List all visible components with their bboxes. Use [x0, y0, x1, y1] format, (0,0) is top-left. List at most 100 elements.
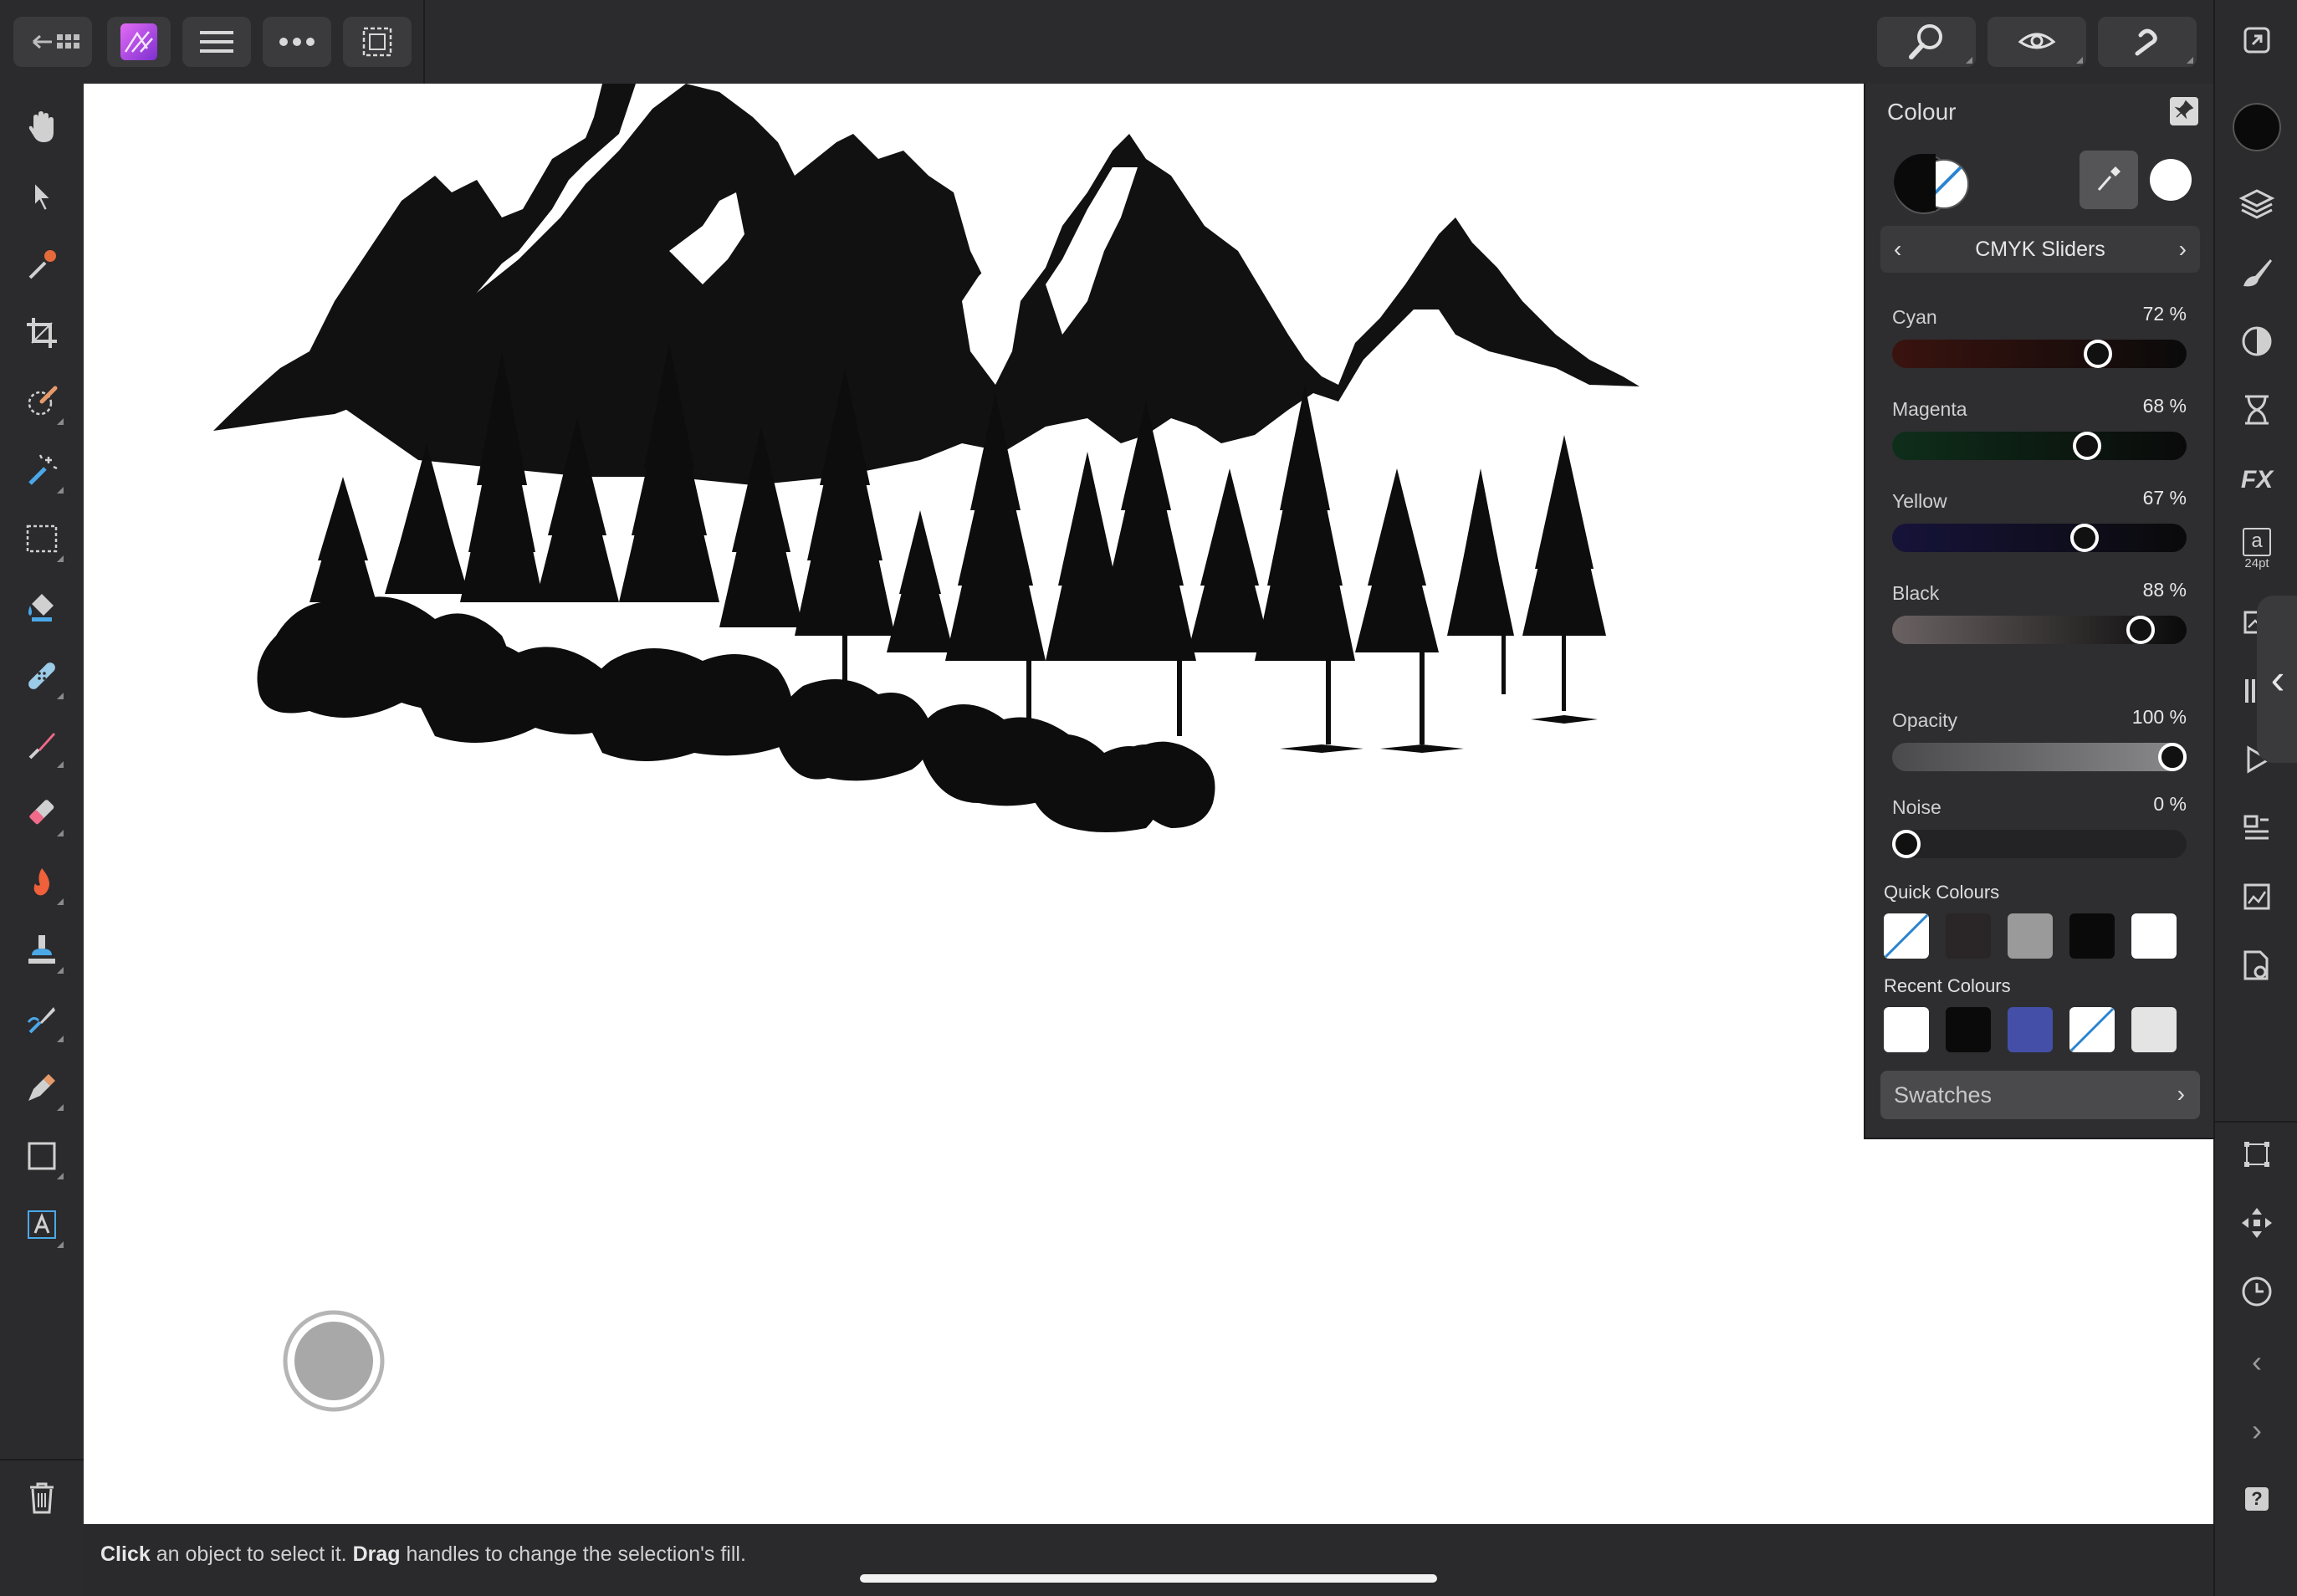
- menu-icon: [200, 29, 233, 54]
- colour-mode-selector[interactable]: ‹ CMYK Sliders ›: [1880, 226, 2200, 273]
- redo-button[interactable]: ›: [2232, 1405, 2282, 1455]
- transform-studio-button[interactable]: [2232, 873, 2282, 923]
- layers-studio-button[interactable]: [2232, 181, 2282, 231]
- paint-brush-tool[interactable]: [17, 721, 67, 771]
- history-studio-button[interactable]: [2232, 386, 2282, 437]
- tool-options-corner: [57, 1173, 64, 1179]
- cyan-label: Cyan: [1892, 306, 1937, 328]
- magenta-label: Magenta: [1892, 398, 1967, 420]
- yellow-value[interactable]: 67 %: [2143, 487, 2187, 509]
- crop-tool[interactable]: [17, 309, 67, 360]
- menu-button[interactable]: [182, 17, 251, 67]
- magenta-slider[interactable]: [1892, 432, 2187, 460]
- back-button[interactable]: [13, 17, 92, 67]
- opacity-slider-knob[interactable]: [2158, 743, 2187, 771]
- yellow-slider[interactable]: [1892, 524, 2187, 552]
- clone-stamp-tool[interactable]: [17, 927, 67, 977]
- black-value[interactable]: 88 %: [2143, 579, 2187, 601]
- adjustments-studio-button[interactable]: [2232, 318, 2282, 368]
- color-picker-tool[interactable]: [17, 241, 67, 291]
- text-styles-studio-button[interactable]: a 24pt: [2232, 524, 2282, 574]
- pen-tool[interactable]: [17, 1064, 67, 1114]
- marquee-tool[interactable]: [17, 515, 67, 565]
- eyedropper-icon: [2094, 163, 2124, 197]
- quick-colour-swatch[interactable]: [1884, 913, 1929, 959]
- selection-brush-tool[interactable]: [17, 378, 67, 428]
- swatches-label: Swatches: [1894, 1082, 1993, 1107]
- artistic-text-icon: [25, 1208, 59, 1246]
- opacity-value[interactable]: 100 %: [2132, 706, 2187, 729]
- zoom-button[interactable]: [1877, 17, 1976, 67]
- noise-slider[interactable]: [1892, 830, 2187, 858]
- undo-button[interactable]: ‹: [2232, 1337, 2282, 1387]
- chevron-right-icon: ›: [2177, 1081, 2185, 1107]
- quick-colour-swatch[interactable]: [2008, 913, 2053, 959]
- help-icon: ?: [2245, 1487, 2269, 1511]
- flood-select-tool[interactable]: [17, 447, 67, 497]
- tool-options-corner: [57, 967, 64, 974]
- tool-options-corner: [57, 693, 64, 699]
- help-button[interactable]: ?: [2232, 1474, 2282, 1524]
- home-indicator[interactable]: [860, 1574, 1437, 1583]
- erase-brush-tool[interactable]: [17, 790, 67, 840]
- delete-button[interactable]: [17, 1474, 67, 1524]
- persona-button[interactable]: [107, 17, 171, 67]
- magenta-value[interactable]: 68 %: [2143, 395, 2187, 417]
- assistant-options-corner: [2187, 57, 2193, 64]
- cyan-slider[interactable]: [1892, 340, 2187, 368]
- black-slider[interactable]: [1892, 616, 2187, 644]
- fullscreen-button[interactable]: [2232, 17, 2282, 67]
- view-mode-button[interactable]: [1987, 17, 2086, 67]
- opacity-slider[interactable]: [1892, 743, 2187, 771]
- healing-tool[interactable]: [17, 652, 67, 703]
- transform-button[interactable]: [2232, 1131, 2282, 1181]
- cyan-value[interactable]: 72 %: [2143, 303, 2187, 325]
- assistant-button[interactable]: [2098, 17, 2197, 67]
- rectangle-tool[interactable]: [17, 1133, 67, 1183]
- swatches-button[interactable]: Swatches ›: [1880, 1071, 2200, 1119]
- move-tool[interactable]: [17, 172, 67, 223]
- status-text-2: handles to change the selection's fill.: [400, 1542, 746, 1566]
- fill-tool[interactable]: [17, 584, 67, 634]
- move-nudge-button[interactable]: [2232, 1200, 2282, 1250]
- quick-menu-button[interactable]: [283, 1310, 385, 1412]
- black-label: Black: [1892, 582, 1940, 604]
- smudge-tool[interactable]: [17, 995, 67, 1046]
- noise-slider-knob[interactable]: [1892, 830, 1921, 858]
- chevron-left-icon: ‹: [2252, 1344, 2262, 1379]
- tools-panel: [0, 84, 85, 1596]
- recent-colour-swatch[interactable]: [2069, 1007, 2115, 1052]
- document-settings-button[interactable]: [2232, 942, 2282, 992]
- more-button[interactable]: [263, 17, 331, 67]
- magenta-slider-knob[interactable]: [2073, 432, 2102, 460]
- status-keyword-click: Click: [100, 1542, 151, 1566]
- no-colour-icon: [2069, 1007, 2115, 1052]
- noise-value[interactable]: 0 %: [2153, 793, 2187, 816]
- recent-colour-swatch[interactable]: [1884, 1007, 1929, 1052]
- marquee-icon: [25, 522, 59, 560]
- burn-tool[interactable]: [17, 858, 67, 908]
- artistic-text-tool[interactable]: [17, 1201, 67, 1251]
- chevron-right-icon[interactable]: ›: [2179, 236, 2187, 263]
- picked-colour-well[interactable]: [2150, 159, 2192, 201]
- collapse-panel-tab[interactable]: ‹: [2257, 596, 2297, 763]
- colour-picker-button[interactable]: [2080, 151, 2138, 209]
- yellow-slider-knob[interactable]: [2070, 524, 2100, 552]
- brushes-studio-button[interactable]: [2232, 249, 2282, 299]
- black-slider-knob[interactable]: [2126, 616, 2155, 644]
- colour-well-icon: [2232, 102, 2282, 156]
- recent-colour-swatch[interactable]: [2008, 1007, 2053, 1052]
- recent-colour-swatch[interactable]: [1946, 1007, 1991, 1052]
- quick-colour-swatch[interactable]: [2069, 913, 2115, 959]
- recent-colour-swatch[interactable]: [2131, 1007, 2177, 1052]
- quick-colour-swatch[interactable]: [1946, 913, 1991, 959]
- pin-button[interactable]: [2170, 97, 2198, 125]
- colour-studio-button[interactable]: [2232, 102, 2282, 156]
- navigator-studio-button[interactable]: [2232, 805, 2282, 855]
- history-scrub-button[interactable]: [2232, 1268, 2282, 1318]
- hand-tool[interactable]: [17, 104, 67, 154]
- selection-mode-button[interactable]: [343, 17, 412, 67]
- fx-studio-button[interactable]: FX: [2232, 455, 2282, 505]
- quick-colour-swatch[interactable]: [2131, 913, 2177, 959]
- cyan-slider-knob[interactable]: [2083, 340, 2112, 368]
